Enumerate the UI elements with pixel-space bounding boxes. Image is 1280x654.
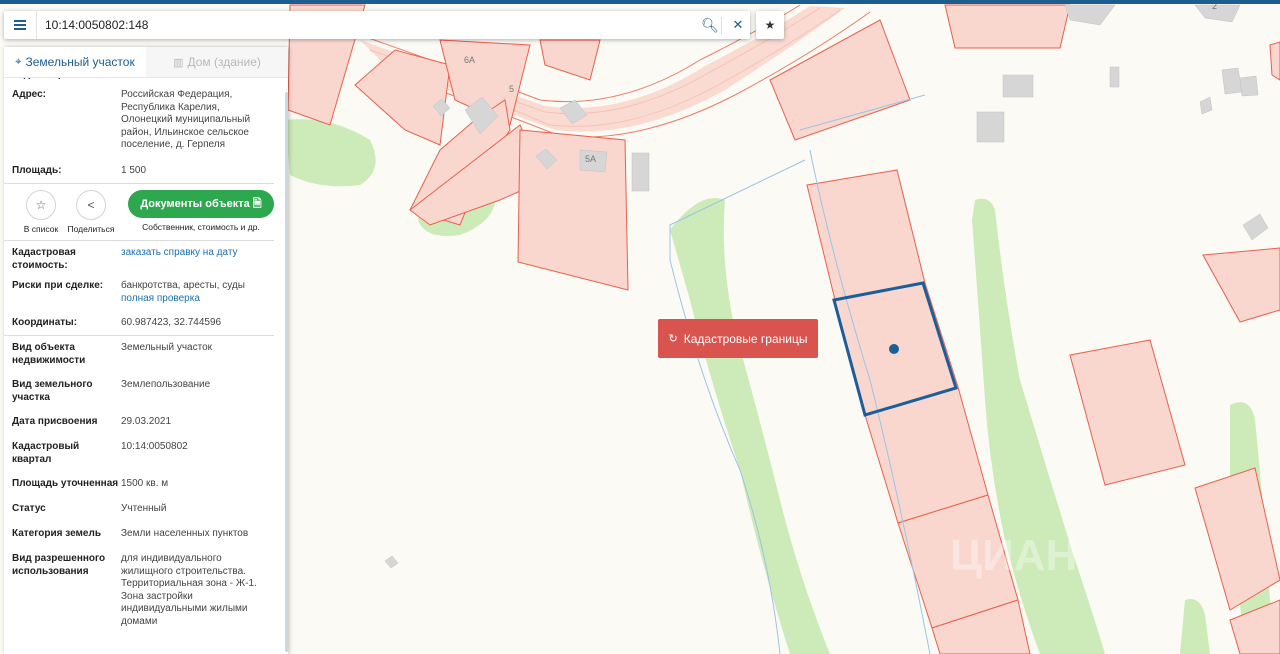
add-to-list-button[interactable]: ☆ В список — [16, 190, 66, 240]
selected-parcel-marker[interactable] — [889, 344, 899, 354]
detail-value: 1 500 — [121, 165, 147, 176]
detail-row: Статус Учтенный — [4, 503, 282, 528]
star-outline-icon: ☆ — [26, 190, 56, 220]
detail-value: 10:14:0050802 — [121, 441, 188, 452]
search-bar: 🔍︎ ✕ — [4, 11, 750, 39]
detail-row: Вид земельного участка Землепользование — [4, 379, 282, 416]
refresh-icon: ↻ — [668, 333, 678, 345]
detail-value: 29.03.2021 — [121, 416, 172, 427]
menu-button[interactable] — [4, 11, 37, 39]
documents-group: Документы объекта 🗎︎ Собственник, стоимо… — [128, 190, 274, 240]
tab-label: Дом (здание) — [187, 55, 261, 69]
info-panel: ⌖Земельный участок ▥Дом (здание) Кад.ном… — [4, 47, 288, 654]
detail-row: Площадь: 1 500 — [4, 165, 282, 183]
detail-label: Кадастровый квартал — [12, 441, 80, 465]
detail-label: Координаты: — [12, 317, 78, 328]
action-label: В список — [23, 224, 59, 234]
detail-label: Вид объекта недвижимости — [12, 342, 86, 366]
menu-icon — [14, 24, 26, 26]
detail-label: Вид земельного участка — [12, 379, 93, 403]
map-label: 5А — [585, 154, 596, 164]
detail-label: Вид разрешенного использования — [12, 553, 106, 577]
building-icon: ▥ — [173, 56, 184, 69]
detail-value: Учтенный — [121, 503, 167, 514]
detail-value: банкротства, аресты, суды — [121, 280, 245, 291]
detail-label: Кадастровая стоимость: — [12, 247, 76, 271]
tab-building[interactable]: ▥ Дом (здание) — [146, 47, 288, 77]
star-icon: ★ — [764, 18, 776, 32]
detail-row: Площадь уточненная 1500 кв. м — [4, 478, 282, 503]
full-check-link[interactable]: полная проверка — [121, 293, 200, 304]
map-label: 6А — [464, 55, 475, 65]
share-icon: < — [76, 190, 106, 220]
detail-value: Землепользование — [121, 379, 211, 390]
order-certificate-link[interactable]: заказать справку на дату — [121, 247, 238, 258]
detail-value: Российская Федерация, Республика Карелия… — [121, 89, 251, 150]
detail-value: 1500 кв. м — [121, 478, 169, 489]
panel-scrollbar[interactable] — [285, 92, 288, 652]
close-icon[interactable]: ✕ — [726, 17, 750, 33]
detail-row: Адрес: Российская Федерация, Республика … — [4, 89, 282, 165]
cadastral-boundaries-label: Кадастровые границы — [683, 331, 808, 346]
detail-row: Риски при сделке: банкротства, аресты, с… — [4, 280, 282, 317]
favorite-button[interactable]: ★ — [756, 11, 784, 39]
detail-value: Земельный участок — [121, 342, 213, 353]
share-button[interactable]: < Поделиться — [66, 190, 116, 240]
watermark: ЦИАН — [950, 531, 1077, 580]
tab-land-plot[interactable]: ⌖ Земельный участок — [4, 47, 146, 77]
detail-label: Категория земель — [12, 528, 101, 539]
cadastral-boundaries-button[interactable]: ↻ Кадастровые границы — [658, 319, 818, 358]
search-icon[interactable]: 🔍︎ — [699, 16, 722, 34]
detail-row: Категория земель Земли населенных пункто… — [4, 528, 282, 553]
detail-label: Площадь: — [12, 165, 62, 176]
action-label: Поделиться — [67, 224, 115, 234]
detail-row: Кадастровый квартал 10:14:0050802 — [4, 441, 282, 478]
documents-sub-label: Собственник, стоимость и др. — [142, 222, 260, 232]
detail-row: Дата присвоения 29.03.2021 — [4, 416, 282, 441]
detail-value: Земли населенных пунктов — [121, 528, 249, 539]
actions-bar: ☆ В список < Поделиться Документы объект… — [4, 184, 282, 240]
detail-row: Вид разрешенного использования для индив… — [4, 553, 282, 633]
documents-label: Документы объекта — [140, 198, 250, 210]
tab-label: Земельный участок — [25, 55, 135, 69]
coordinates-value: 60.987423, 32.744596 — [121, 317, 222, 328]
detail-label: Дата присвоения — [12, 416, 98, 427]
detail-row: Кадастровая стоимость: заказать справку … — [4, 241, 282, 280]
document-icon: 🗎︎ — [252, 197, 262, 210]
detail-label: Адрес: — [12, 89, 46, 100]
details-list: Кад.номер: 10:14:0050802:148 Адрес: Росс… — [4, 69, 282, 633]
land-plot-icon: ⌖ — [15, 55, 22, 68]
detail-row: Вид объекта недвижимости Земельный участ… — [4, 336, 282, 379]
detail-label: Риски при сделке: — [12, 280, 104, 291]
map-label: 5 — [509, 84, 514, 94]
detail-label: Площадь уточненная — [12, 478, 119, 489]
detail-label: Статус — [12, 503, 46, 514]
top-accent-bar — [0, 0, 1280, 4]
detail-value: для индивидуального жилищного строительс… — [121, 553, 257, 627]
documents-button[interactable]: Документы объекта 🗎︎ — [128, 190, 274, 218]
panel-tabs: ⌖ Земельный участок ▥ Дом (здание) — [4, 47, 288, 78]
detail-row: Координаты: 60.987423, 32.744596 — [4, 317, 282, 335]
search-input[interactable] — [37, 11, 699, 39]
